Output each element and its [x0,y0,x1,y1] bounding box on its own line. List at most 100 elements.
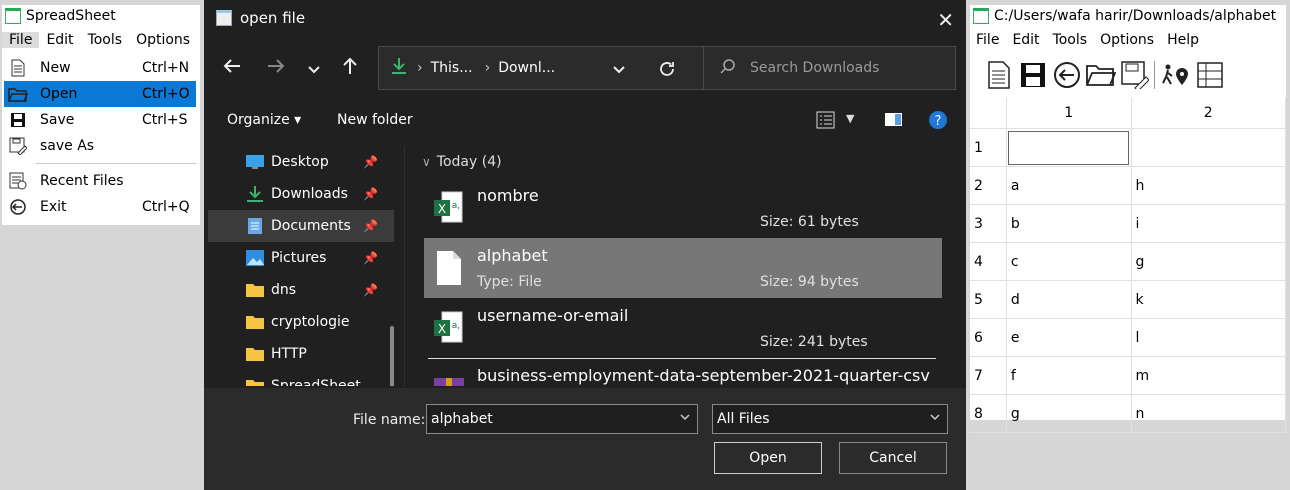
new-document-icon[interactable] [984,60,1014,90]
sidebar-item-dns[interactable]: dns 📌 [208,274,394,306]
grid-cell[interactable]: h [1131,166,1286,205]
recent-locations-chevron-icon[interactable] [306,58,322,83]
grid-cell[interactable]: k [1131,280,1286,319]
sidebar-item-desktop[interactable]: Desktop 📌 [208,146,394,178]
grid-cell[interactable] [1006,128,1132,167]
row-header[interactable]: 8 [970,394,1007,433]
menu-item-recent-files[interactable]: Recent Files [4,168,200,194]
grid-cell[interactable]: c [1006,242,1132,281]
menu-item-open[interactable]: Open Ctrl+O [4,81,196,107]
grid-cell[interactable]: e [1006,318,1132,357]
preview-pane-icon[interactable] [884,112,904,132]
file-name-label: File name: [353,412,426,428]
up-arrow-icon[interactable] [340,56,360,82]
file-item-alphabet[interactable]: alphabet Type: File Size: 94 bytes [424,238,942,298]
file-type-select[interactable]: All Files [712,404,948,434]
documents-icon [246,218,264,234]
breadcrumb-downloads[interactable]: Downl... [498,60,555,76]
sidebar-item-documents[interactable]: Documents 📌 [208,210,394,242]
row-header[interactable]: 3 [970,204,1007,243]
pane-divider[interactable] [404,146,405,386]
back-arrow-icon[interactable] [222,56,242,82]
menu-file[interactable]: File [970,32,1006,48]
sidebar-scrollbar[interactable] [390,326,394,386]
grid-cell[interactable]: g [1006,394,1132,433]
pin-icon: 📌 [363,251,378,265]
file-item-business-employment-data[interactable]: business-employment-data-september-2021-… [418,358,948,386]
exit-icon[interactable] [1052,60,1082,90]
menu-edit[interactable]: Edit [39,32,80,48]
chevron-down-icon[interactable] [679,411,691,426]
new-folder-button[interactable]: New folder [337,112,413,128]
menu-tools[interactable]: Tools [81,32,130,48]
menu-item-shortcut: Ctrl+S [142,112,188,128]
file-size: Size: 241 bytes [760,334,868,350]
address-dropdown-icon[interactable] [611,61,627,81]
save-as-icon[interactable] [1120,60,1150,90]
grid-cell[interactable]: a [1006,166,1132,205]
grid-cell[interactable] [1131,128,1286,167]
grid-cell[interactable]: i [1131,204,1286,243]
row-header[interactable]: 2 [970,166,1007,205]
go-to-cell-icon[interactable] [1161,60,1191,90]
sidebar-item-spreadsheet[interactable]: SpreadSheet [208,370,394,386]
grid-cell[interactable]: b [1006,204,1132,243]
grid-table-icon[interactable] [1195,60,1225,90]
row-header[interactable]: 4 [970,242,1007,281]
column-header[interactable]: 1 [1006,98,1132,129]
row-header[interactable]: 7 [970,356,1007,395]
file-item-nombre[interactable]: Xa, nombre Size: 61 bytes [418,178,948,238]
sidebar-item-cryptologie[interactable]: cryptologie [208,306,394,338]
menu-options[interactable]: Options [129,32,197,48]
menu-item-save[interactable]: Save Ctrl+S [4,107,200,133]
pin-icon: 📌 [363,219,378,233]
row-header[interactable]: 1 [970,128,1007,167]
row-header[interactable]: 6 [970,318,1007,357]
menu-item-new[interactable]: New Ctrl+N [4,55,200,81]
grid-cell[interactable]: d [1006,280,1132,319]
corner-cell[interactable] [970,98,1007,129]
file-name-field[interactable]: alphabet [426,404,698,434]
view-options-icon[interactable] [816,110,836,134]
file-item-username-or-email[interactable]: Xa, username-or-email Size: 241 bytes [418,298,948,358]
spreadsheet-window-right: C:/Users/wafa harir/Downloads/alphabet F… [970,5,1286,433]
window-titlebar: C:/Users/wafa harir/Downloads/alphabet [970,5,1286,27]
organize-button[interactable]: Organize ▾ [227,112,301,128]
breadcrumb-separator: › [417,60,423,76]
menu-tools[interactable]: Tools [1047,32,1095,48]
grid-cell[interactable]: g [1131,242,1286,281]
close-icon[interactable]: ✕ [937,8,954,32]
download-icon [246,186,264,202]
grid-cell[interactable]: f [1006,356,1132,395]
menu-edit[interactable]: Edit [1006,32,1046,48]
open-folder-icon [8,84,28,104]
menu-item-exit[interactable]: Exit Ctrl+Q [4,194,200,220]
menu-file[interactable]: File [2,32,40,48]
spreadsheet-grid: 1 2 1 2ah 3bi 4cg 5dk 6el 7fm 8gn [970,98,1286,433]
breadcrumb-this-pc[interactable]: This... [431,60,473,76]
open-button[interactable]: Open [714,442,822,474]
sidebar-item-http[interactable]: HTTP [208,338,394,370]
refresh-icon[interactable] [657,59,677,83]
row-header[interactable]: 5 [970,280,1007,319]
search-input[interactable]: Search Downloads [703,46,956,90]
menu-item-label: Open [40,86,78,102]
column-header[interactable]: 2 [1131,98,1286,129]
help-icon[interactable]: ? [928,110,948,134]
view-dropdown-icon[interactable]: ▼ [846,112,854,125]
grid-cell[interactable]: l [1131,318,1286,357]
menu-item-save-as[interactable]: save As [4,133,200,159]
menu-options[interactable]: Options [1094,32,1161,48]
grid-cell[interactable]: n [1131,394,1286,433]
cancel-button[interactable]: Cancel [839,442,947,474]
group-header[interactable]: ∨ Today (4) [418,146,948,178]
menubar: File Edit Tools Options [2,27,200,53]
sidebar-item-downloads[interactable]: Downloads 📌 [208,178,394,210]
pin-icon: 📌 [363,187,378,201]
forward-arrow-icon[interactable] [266,56,286,82]
menu-help[interactable]: Help [1161,32,1206,48]
open-folder-icon[interactable] [1086,60,1116,90]
save-disk-icon[interactable] [1018,60,1048,90]
sidebar-item-pictures[interactable]: Pictures 📌 [208,242,394,274]
grid-cell[interactable]: m [1131,356,1286,395]
